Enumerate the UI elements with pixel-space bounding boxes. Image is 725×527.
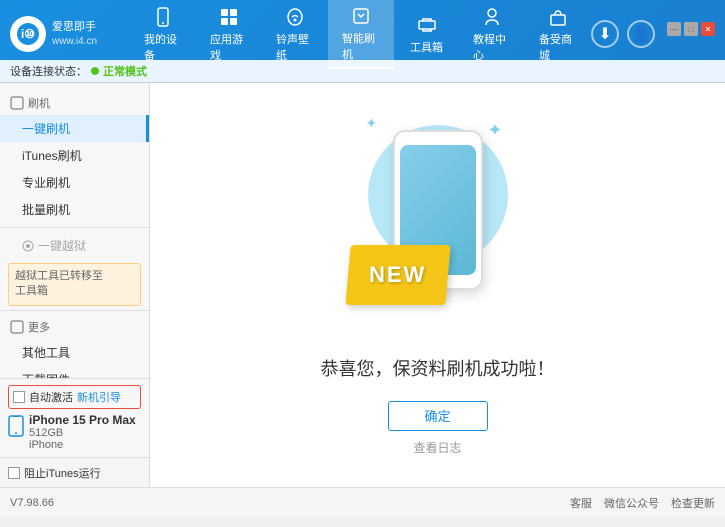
sidebar-notice: 越狱工具已转移至工具箱 xyxy=(8,263,141,306)
nav-tab-tools[interactable]: 工具箱 xyxy=(394,0,459,69)
nav-tab-apps[interactable]: 应用游戏 xyxy=(196,0,262,69)
tutorial-icon xyxy=(481,6,503,28)
sidebar-item-one-click[interactable]: 一键刷机 xyxy=(0,115,149,142)
tab-device-label: 我的设备 xyxy=(144,31,182,63)
nav-tab-ringtone[interactable]: 铃声壁纸 xyxy=(262,0,328,69)
status-indicator xyxy=(91,67,99,75)
tab-ringtone-label: 铃声壁纸 xyxy=(276,31,314,63)
tools-icon xyxy=(416,14,438,36)
nav-tabs: 我的设备 应用游戏 铃声壁纸 智能刷机 xyxy=(130,0,591,69)
ringtone-icon xyxy=(284,6,306,28)
device-info: iPhone 15 Pro Max 512GB iPhone xyxy=(8,413,141,451)
device-details: iPhone 15 Pro Max 512GB iPhone xyxy=(29,413,136,451)
main-content: ✦ ✦ NEW 恭喜您，保资料刷机成功啦！ 确定 查看日志 xyxy=(150,83,725,487)
tab-apps-label: 应用游戏 xyxy=(210,31,248,63)
user-btn[interactable]: 👤 xyxy=(627,20,655,48)
sidebar-item-batch[interactable]: 批量刷机 xyxy=(0,196,149,223)
wechat-link[interactable]: 微信公众号 xyxy=(604,495,659,511)
guide-link[interactable]: 新机引导 xyxy=(77,389,121,405)
jailbreak-label: 一键越狱 xyxy=(38,237,86,254)
check-update-link[interactable]: 检查更新 xyxy=(671,495,715,511)
nav-tab-tutorial[interactable]: 教程中心 xyxy=(459,0,525,69)
app-title: 爱思即手 xyxy=(52,20,97,34)
more-label: 更多 xyxy=(28,319,50,335)
customer-service-link[interactable]: 客服 xyxy=(570,495,592,511)
status-label: 设备连接状态： xyxy=(10,63,87,79)
itunes-checkbox[interactable] xyxy=(8,467,20,479)
sidebar-divider-2 xyxy=(0,310,149,311)
device-phone-icon xyxy=(8,415,24,442)
header-right: ⬇ 👤 — □ ✕ xyxy=(591,20,715,48)
phone-illustration: ✦ ✦ NEW xyxy=(348,115,528,335)
app-header: i⑩ 爱思即手 www.i4.cn 我的设备 应用游戏 xyxy=(0,0,725,60)
tab-shop-label: 备受商城 xyxy=(539,31,577,63)
bottom-left: V7.98.66 xyxy=(10,497,54,509)
minimize-btn[interactable]: — xyxy=(667,22,681,36)
item-pro-label: 专业刷机 xyxy=(22,176,70,190)
bottom-bar: V7.98.66 客服 微信公众号 检查更新 xyxy=(0,487,725,517)
logo-area: i⑩ 爱思即手 www.i4.cn xyxy=(10,16,130,52)
logo-text: 爱思即手 www.i4.cn xyxy=(52,20,97,47)
auto-activate-row: 自动激活 新机引导 xyxy=(8,385,141,409)
new-badge: NEW xyxy=(345,245,450,305)
sidebar-item-itunes[interactable]: iTunes刷机 xyxy=(0,142,149,169)
sidebar-divider-1 xyxy=(0,227,149,228)
other-tools-label: 其他工具 xyxy=(22,346,70,360)
sidebar: 刷机 一键刷机 iTunes刷机 专业刷机 批量刷机 一键越狱 越狱 xyxy=(0,83,150,487)
success-message: 恭喜您，保资料刷机成功啦！ xyxy=(321,355,555,381)
main-container: 刷机 一键刷机 iTunes刷机 专业刷机 批量刷机 一键越狱 越狱 xyxy=(0,83,725,487)
shop-icon xyxy=(547,6,569,28)
device-storage: 512GB xyxy=(29,427,136,439)
device-panel: 自动激活 新机引导 iPhone 15 Pro Max 512GB iPhone xyxy=(0,378,149,457)
device-icon xyxy=(152,6,174,28)
tab-tutorial-label: 教程中心 xyxy=(473,31,511,63)
sidebar-item-jailbreak-disabled: 一键越狱 xyxy=(0,232,149,259)
nav-tab-device[interactable]: 我的设备 xyxy=(130,0,196,69)
sidebar-item-other-tools[interactable]: 其他工具 xyxy=(0,339,149,366)
flash-label: 刷机 xyxy=(28,95,50,111)
app-subtitle: www.i4.cn xyxy=(52,35,97,48)
sidebar-item-pro[interactable]: 专业刷机 xyxy=(0,169,149,196)
device-name: iPhone 15 Pro Max xyxy=(29,413,136,427)
bottom-right: 客服 微信公众号 检查更新 xyxy=(570,495,715,511)
confirm-button[interactable]: 确定 xyxy=(388,401,488,431)
item-itunes-label: iTunes刷机 xyxy=(22,149,82,163)
more-section-header: 更多 xyxy=(0,315,149,339)
auto-activate-label[interactable]: 自动激活 xyxy=(29,389,73,405)
sparkle-right: ✦ xyxy=(487,120,502,141)
notice-text: 越狱工具已转移至工具箱 xyxy=(15,270,103,297)
itunes-bar: 阻止iTunes运行 xyxy=(0,457,150,487)
auto-activate-checkbox[interactable] xyxy=(13,391,25,403)
tab-smart-label: 智能刷机 xyxy=(342,30,380,62)
device-type: iPhone xyxy=(29,439,136,451)
sparkle-left: ✦ xyxy=(366,115,378,132)
item-batch-label: 批量刷机 xyxy=(22,203,70,217)
close-btn[interactable]: ✕ xyxy=(701,22,715,36)
item-one-click-label: 一键刷机 xyxy=(22,122,70,136)
download-btn[interactable]: ⬇ xyxy=(591,20,619,48)
maximize-btn[interactable]: □ xyxy=(684,22,698,36)
smart-icon xyxy=(350,5,372,27)
flash-section-header: 刷机 xyxy=(0,91,149,115)
apps-icon xyxy=(218,6,240,28)
logo-icon: i⑩ xyxy=(10,16,46,52)
version-text: V7.98.66 xyxy=(10,497,54,509)
itunes-label: 阻止iTunes运行 xyxy=(24,465,101,481)
svg-text:i⑩: i⑩ xyxy=(21,27,35,41)
nav-tab-smart[interactable]: 智能刷机 xyxy=(328,0,394,69)
tab-tools-label: 工具箱 xyxy=(410,39,443,55)
new-badge-text: NEW xyxy=(369,262,426,288)
view-log-link[interactable]: 查看日志 xyxy=(413,439,461,456)
nav-tab-shop[interactable]: 备受商城 xyxy=(525,0,591,69)
confirm-label: 确定 xyxy=(424,406,450,425)
